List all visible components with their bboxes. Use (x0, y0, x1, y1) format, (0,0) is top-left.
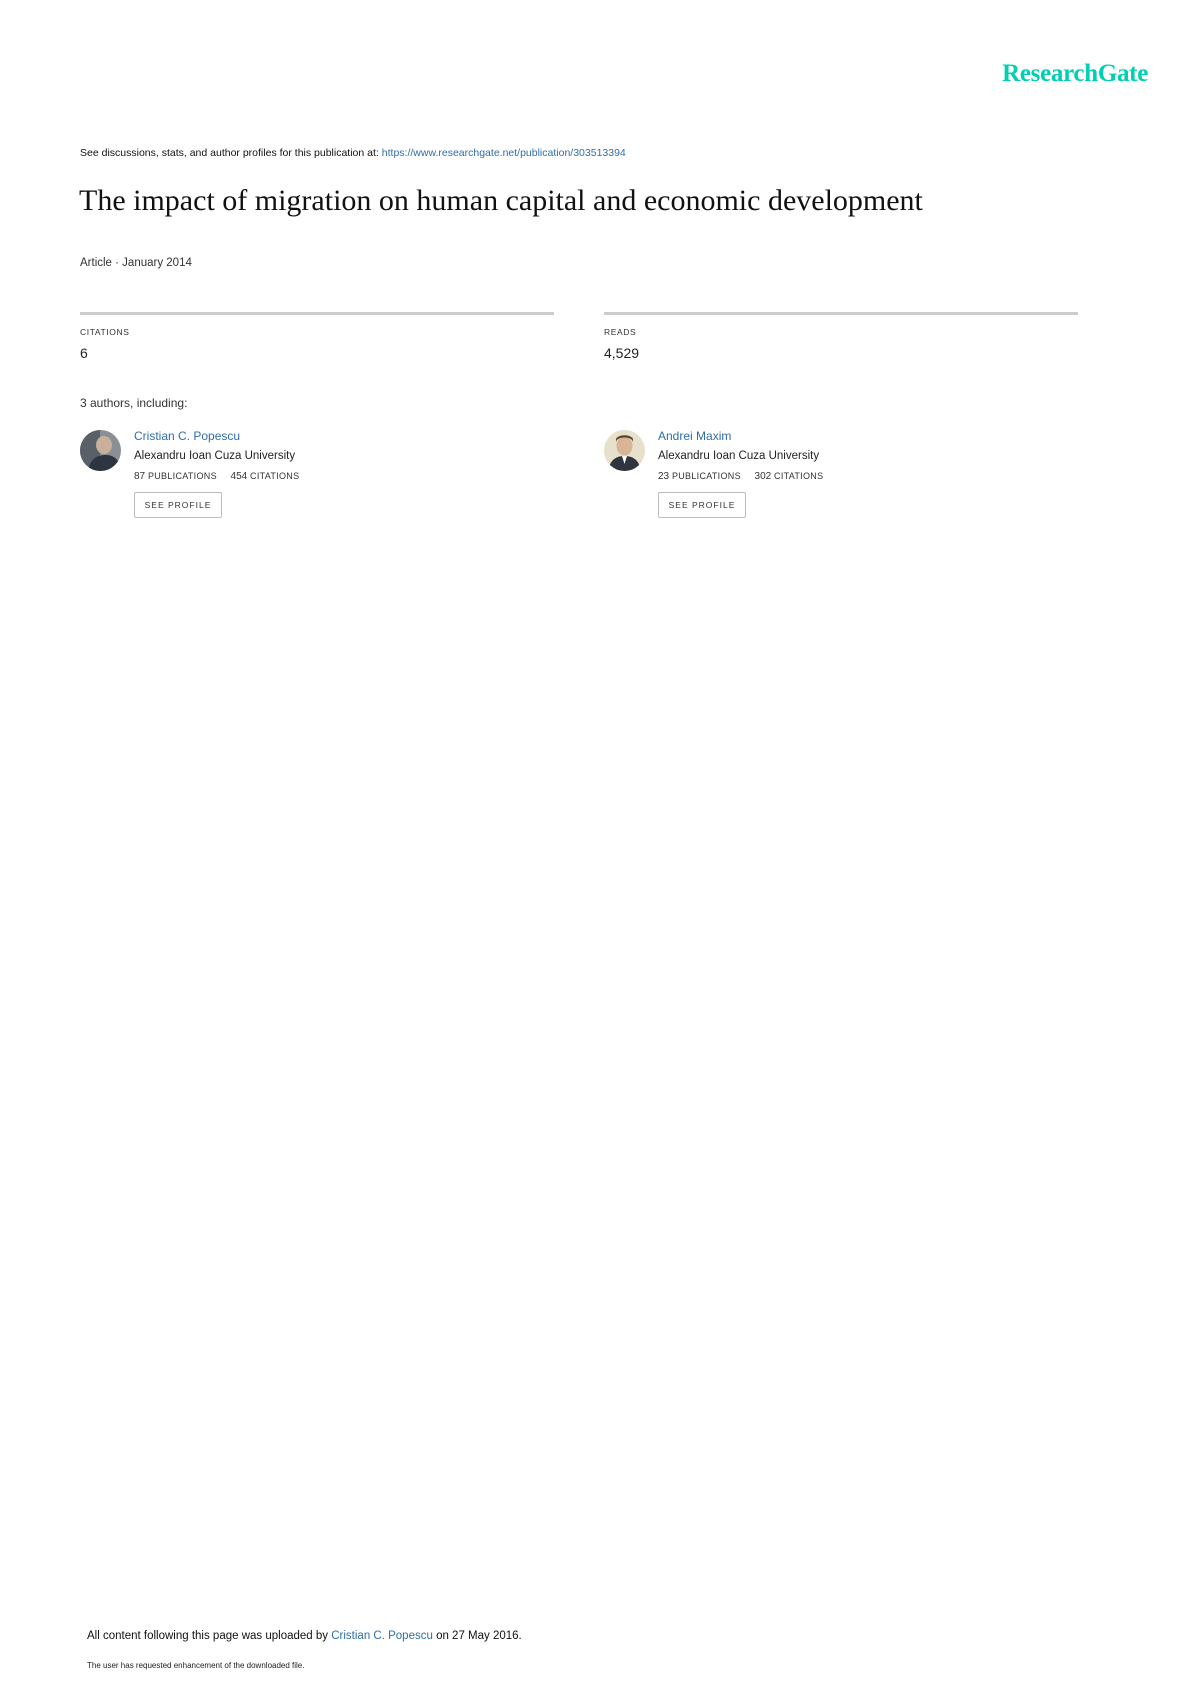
author-citations-count: 454 (230, 471, 248, 482)
article-meta: Article · January 2014 (80, 257, 192, 269)
publication-link[interactable]: https://www.researchgate.net/publication… (382, 147, 626, 159)
author-photo-icon (604, 430, 645, 471)
publications-count: 87 (134, 471, 146, 482)
avatar[interactable] (80, 430, 121, 471)
author-affiliation: Alexandru Ioan Cuza University (134, 450, 296, 462)
citations-label: CITATIONS (80, 327, 130, 337)
discussion-prefix: See discussions, stats, and author profi… (80, 147, 379, 159)
authors-heading: 3 authors, including: (80, 396, 188, 410)
author-citations-label: CITATIONS (774, 471, 824, 481)
author-card: Cristian C. Popescu Alexandru Ioan Cuza … (80, 429, 500, 539)
reads-stat: READS 4,529 (604, 312, 1078, 361)
researchgate-logo[interactable]: ResearchGate (1002, 60, 1148, 88)
discussion-line: See discussions, stats, and author profi… (80, 147, 626, 159)
see-profile-button[interactable]: SEE PROFILE (134, 492, 222, 518)
uploader-link[interactable]: Cristian C. Popescu (331, 1630, 433, 1642)
publications-count: 23 (658, 471, 670, 482)
see-profile-button[interactable]: SEE PROFILE (658, 492, 746, 518)
citations-stat: CITATIONS 6 (80, 312, 554, 361)
publication-title: The impact of migration on human capital… (79, 184, 923, 217)
author-citations-count: 302 (754, 471, 772, 482)
enhancement-note: The user has requested enhancement of th… (87, 1661, 305, 1670)
upload-suffix: on 27 May 2016. (436, 1630, 522, 1642)
avatar[interactable] (604, 430, 645, 471)
reads-label: READS (604, 327, 637, 337)
author-stats: 87 PUBLICATIONS 454 CITATIONS (134, 471, 299, 482)
author-photo-icon (80, 430, 121, 471)
publications-label: PUBLICATIONS (147, 471, 217, 481)
author-name-link[interactable]: Cristian C. Popescu (134, 429, 299, 443)
citations-value: 6 (80, 345, 88, 361)
publications-label: PUBLICATIONS (671, 471, 741, 481)
reads-value: 4,529 (604, 345, 640, 361)
author-affiliation: Alexandru Ioan Cuza University (658, 450, 820, 462)
upload-prefix: All content following this page was uplo… (87, 1630, 329, 1642)
author-name-link[interactable]: Andrei Maxim (658, 429, 823, 443)
author-card: Andrei Maxim Alexandru Ioan Cuza Univers… (604, 429, 1024, 539)
author-citations-label: CITATIONS (250, 471, 300, 481)
upload-notice: All content following this page was uplo… (87, 1630, 522, 1642)
author-stats: 23 PUBLICATIONS 302 CITATIONS (658, 471, 823, 482)
